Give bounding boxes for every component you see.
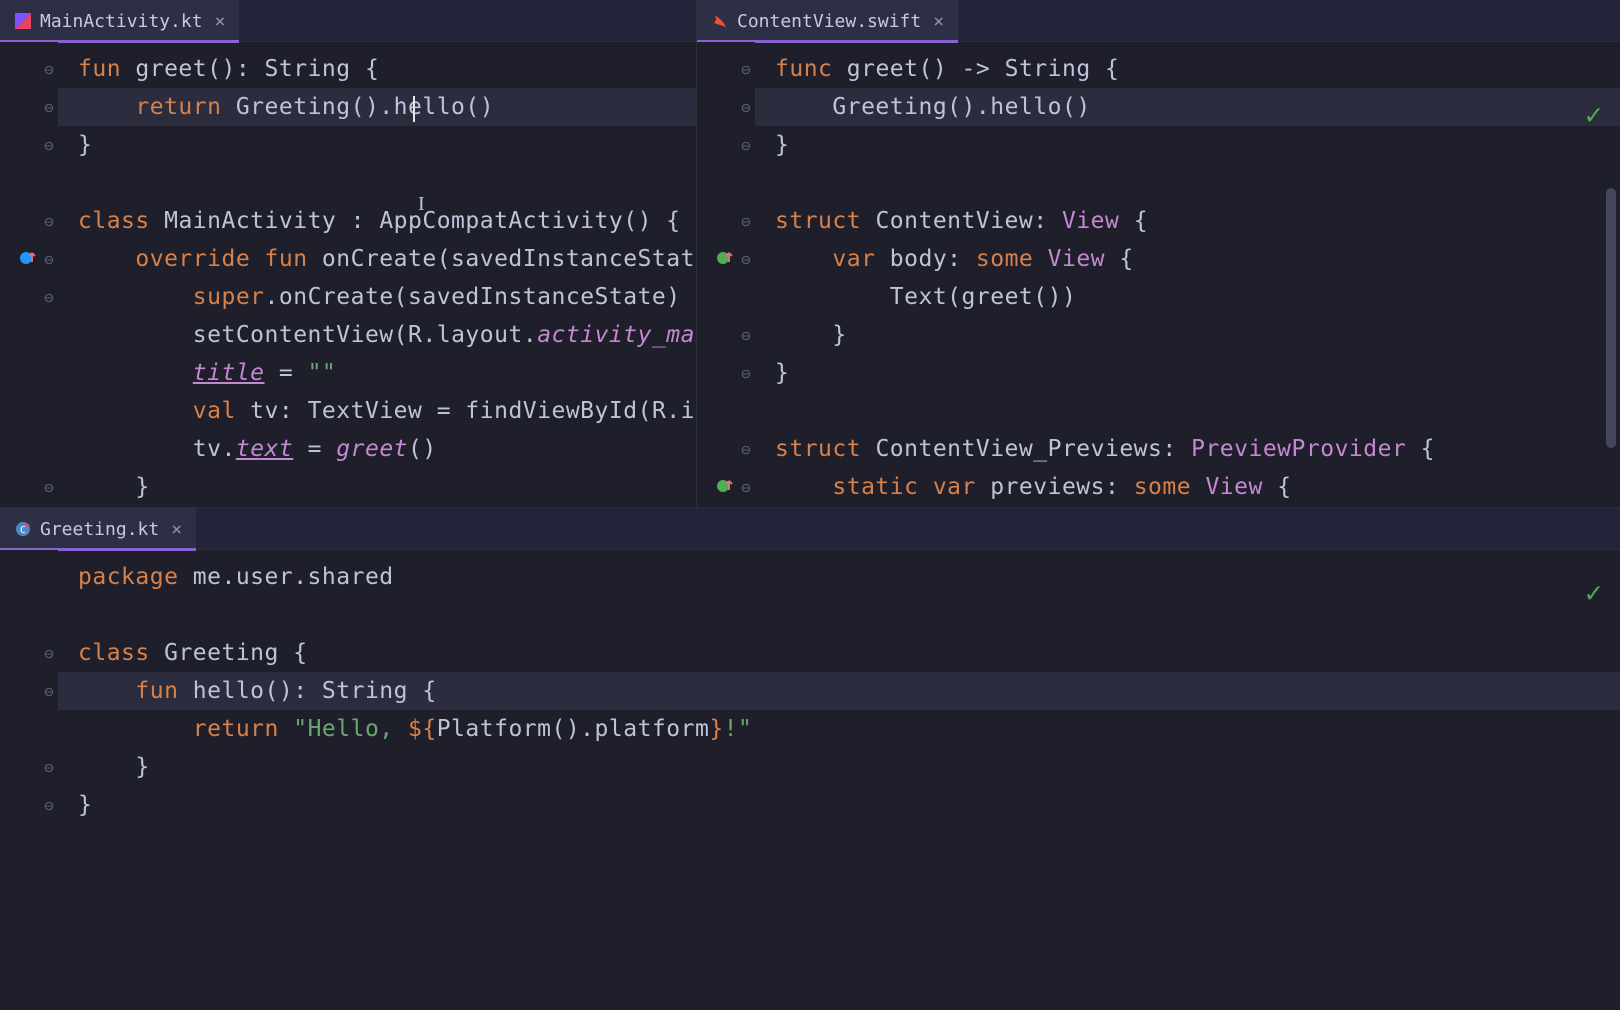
fold-toggle-icon[interactable]: ⊖ [739, 250, 753, 269]
code-line[interactable]: } [58, 786, 1620, 824]
tab-bar: ContentView.swift × [697, 0, 1620, 42]
tab-contentview[interactable]: ContentView.swift × [697, 0, 958, 42]
tab-label: Greeting.kt [40, 519, 159, 540]
fold-toggle-icon[interactable]: ⊖ [739, 326, 753, 345]
editor-pane-top-right: ContentView.swift × ✓ func greet() -> St… [697, 0, 1620, 507]
code-line[interactable]: } [58, 748, 1620, 786]
fold-toggle-icon[interactable]: ⊖ [739, 136, 753, 155]
code-line[interactable]: val tv: TextView = findViewById(R.id.t [58, 392, 697, 430]
code-line[interactable]: Text(greet()) [755, 278, 1620, 316]
editor-pane-top-left: MainActivity.kt × ✓ fun greet(): String … [0, 0, 697, 507]
code-line[interactable]: Greeting().hello() [755, 88, 1620, 126]
code-line[interactable]: func greet() -> String { [755, 50, 1620, 88]
fold-toggle-icon[interactable]: ⊖ [42, 682, 56, 701]
close-icon[interactable]: × [215, 11, 226, 32]
fold-toggle-icon[interactable]: ⊖ [42, 212, 56, 231]
tab-mainactivity[interactable]: MainActivity.kt × [0, 0, 239, 42]
tab-bar: MainActivity.kt × [0, 0, 696, 42]
fold-toggle-icon[interactable]: ⊖ [42, 250, 56, 269]
fold-toggle-icon[interactable]: ⊖ [739, 60, 753, 79]
code-line[interactable]: override fun onCreate(savedInstanceState… [58, 240, 697, 278]
code-line[interactable]: } [755, 126, 1620, 164]
code-line[interactable] [755, 392, 1620, 430]
kotlin-class-icon: C [14, 520, 32, 538]
code-line[interactable]: } [58, 126, 697, 164]
svg-text:C: C [20, 525, 26, 536]
code-editor[interactable]: ✓ package me.user.shared class Greeting {… [0, 550, 1620, 1010]
code-line[interactable]: return Greeting().hello() [58, 88, 697, 126]
fold-toggle-icon[interactable]: ⊖ [42, 644, 56, 663]
inspection-ok-icon: ✓ [1585, 98, 1602, 131]
implement-up-icon[interactable] [713, 246, 737, 270]
code-line[interactable]: static var previews: some View { [755, 468, 1620, 506]
tab-bar: C Greeting.kt × [0, 508, 1620, 550]
code-area[interactable]: ✓ func greet() -> String { Greeting().he… [755, 42, 1620, 507]
code-line[interactable]: setContentView(R.layout.activity_main) [58, 316, 697, 354]
code-line[interactable] [58, 164, 697, 202]
close-icon[interactable]: × [933, 11, 944, 32]
fold-toggle-icon[interactable]: ⊖ [42, 796, 56, 815]
code-line[interactable]: } [755, 316, 1620, 354]
code-line[interactable]: } [755, 354, 1620, 392]
code-line[interactable]: } [58, 468, 697, 506]
code-line[interactable]: class MainActivity : AppCompatActivity()… [58, 202, 697, 240]
swift-file-icon [711, 12, 729, 30]
code-line[interactable]: fun hello(): String { [58, 672, 1620, 710]
fold-toggle-icon[interactable]: ⊖ [739, 364, 753, 383]
code-line[interactable]: return "Hello, ${Platform().platform}!" [58, 710, 1620, 748]
code-line[interactable]: package me.user.shared [58, 558, 1620, 596]
fold-toggle-icon[interactable]: ⊖ [42, 60, 56, 79]
code-editor[interactable]: ✓ func greet() -> String { Greeting().he… [697, 42, 1620, 507]
fold-toggle-icon[interactable]: ⊖ [42, 98, 56, 117]
kotlin-file-icon [14, 12, 32, 30]
code-area[interactable]: ✓ package me.user.shared class Greeting {… [58, 550, 1620, 1010]
caret [413, 96, 415, 122]
code-line[interactable] [58, 596, 1620, 634]
text-cursor-icon: I [418, 193, 425, 216]
code-area[interactable]: ✓ fun greet(): String { return Greeting(… [58, 42, 697, 507]
tab-label: MainActivity.kt [40, 11, 203, 32]
fold-toggle-icon[interactable]: ⊖ [739, 440, 753, 459]
close-icon[interactable]: × [171, 519, 182, 540]
code-line[interactable] [755, 164, 1620, 202]
tab-label: ContentView.swift [737, 11, 921, 32]
fold-toggle-icon[interactable]: ⊖ [42, 136, 56, 155]
code-line[interactable]: title = "" [58, 354, 697, 392]
code-line[interactable]: struct ContentView: View { [755, 202, 1620, 240]
inspection-ok-icon: ✓ [1585, 576, 1602, 609]
code-line[interactable]: class Greeting { [58, 634, 1620, 672]
gutter [0, 550, 58, 1010]
override-up-icon[interactable] [16, 246, 40, 270]
tab-greeting[interactable]: C Greeting.kt × [0, 508, 196, 550]
implement-up-icon[interactable] [713, 474, 737, 498]
fold-toggle-icon[interactable]: ⊖ [739, 478, 753, 497]
editor-pane-bottom: C Greeting.kt × ✓ package me.user.shared… [0, 507, 1620, 1010]
code-line[interactable]: struct ContentView_Previews: PreviewProv… [755, 430, 1620, 468]
code-line[interactable]: fun greet(): String { [58, 50, 697, 88]
fold-toggle-icon[interactable]: ⊖ [739, 98, 753, 117]
code-line[interactable]: var body: some View { [755, 240, 1620, 278]
fold-toggle-icon[interactable]: ⊖ [42, 478, 56, 497]
code-editor[interactable]: ✓ fun greet(): String { return Greeting(… [0, 42, 696, 507]
fold-toggle-icon[interactable]: ⊖ [739, 212, 753, 231]
fold-toggle-icon[interactable]: ⊖ [42, 288, 56, 307]
fold-toggle-icon[interactable]: ⊖ [42, 758, 56, 777]
scrollbar-thumb[interactable] [1606, 188, 1616, 448]
code-line[interactable]: super.onCreate(savedInstanceState) [58, 278, 697, 316]
code-line[interactable]: tv.text = greet() [58, 430, 697, 468]
